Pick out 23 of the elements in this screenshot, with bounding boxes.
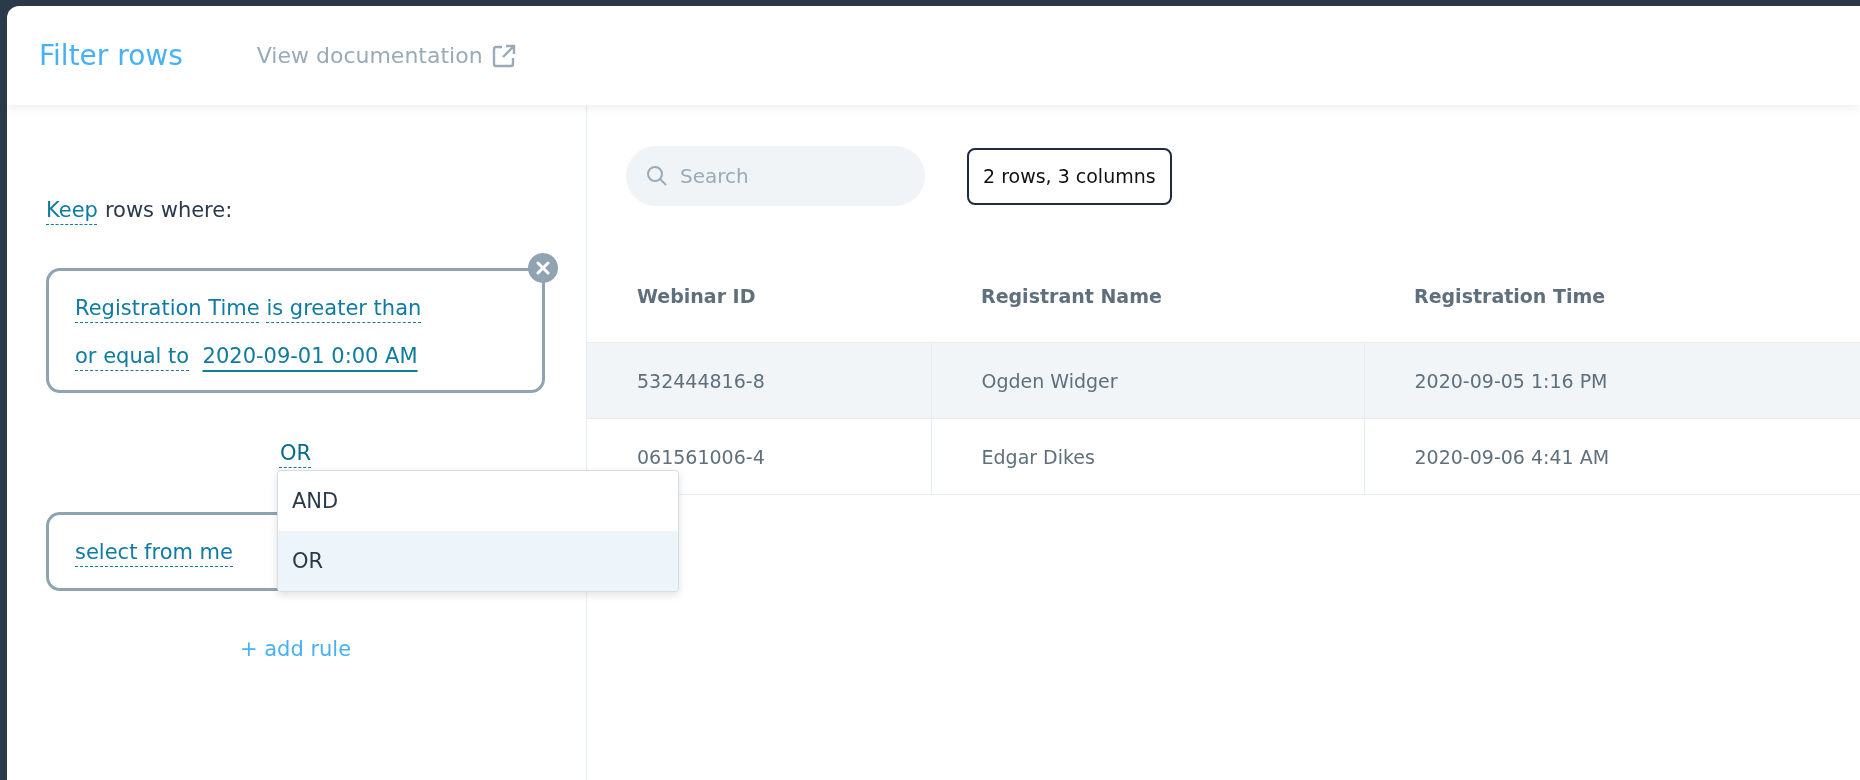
keep-selector[interactable]: Keep [46, 197, 98, 223]
connector-selector[interactable]: OR [279, 439, 312, 467]
table-cell: 2020-09-06 4:41 AM [1364, 418, 1860, 495]
close-icon[interactable] [528, 253, 558, 283]
menu-option[interactable]: OR [278, 531, 678, 591]
column-header: Registrant Name [981, 285, 1162, 307]
column-selector[interactable]: Registration Time [75, 296, 260, 320]
external-link-icon [490, 42, 517, 69]
search-icon [646, 165, 668, 187]
column-header: Registration Time [1414, 285, 1606, 307]
column-selector[interactable]: select from me [75, 540, 233, 564]
column-header: Webinar ID [637, 285, 756, 307]
rule-label: rows where: [104, 197, 233, 223]
table-summary: 2 rows, 3 columns [967, 147, 1172, 205]
table-cell: 2020-09-05 1:16 PM [1364, 342, 1860, 419]
table-cell: Edgar Dikes [931, 418, 1364, 495]
operator-selector[interactable]: or equal to [75, 344, 190, 368]
operator-selector[interactable]: is greater than [266, 296, 422, 320]
dialog-title: Filter rows [39, 39, 183, 72]
table-cell: Ogden Widger [931, 342, 1364, 419]
value-field[interactable]: 2020-09-01 0:00 AM [202, 344, 418, 368]
search-field[interactable]: Search [626, 146, 925, 206]
table-cell: 532444816-8 [587, 342, 931, 419]
